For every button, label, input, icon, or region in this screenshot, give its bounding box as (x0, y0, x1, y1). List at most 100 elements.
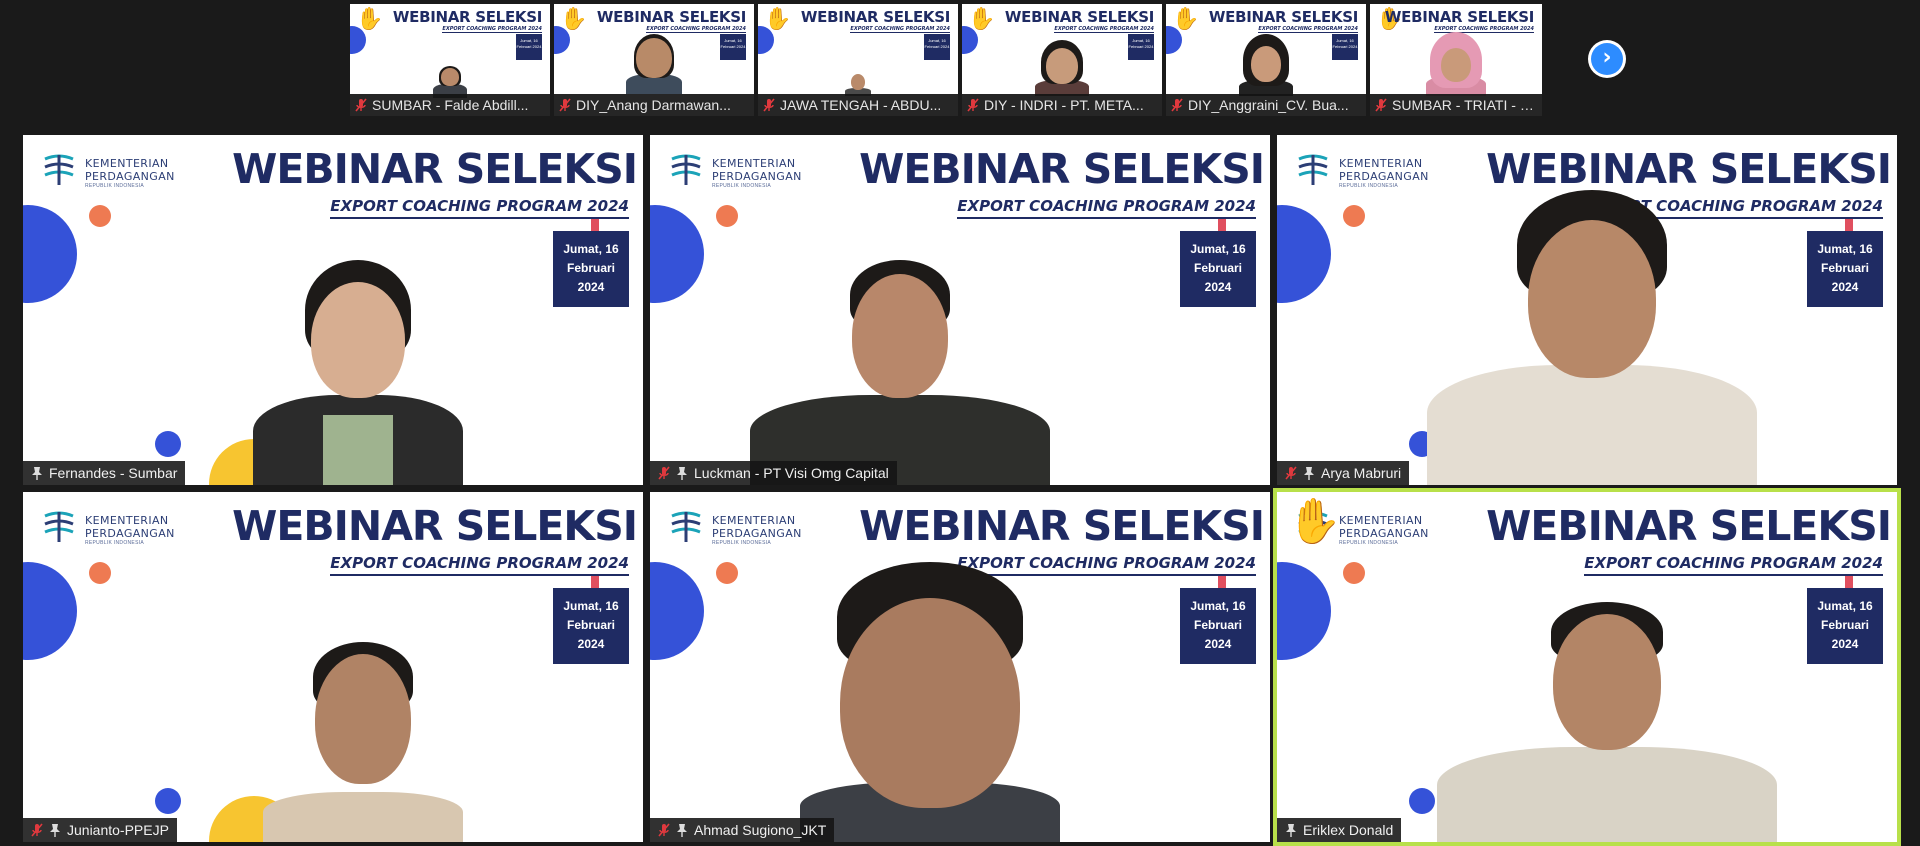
thumbnail-tile[interactable]: ✋ WEBINAR SELEKSI EXPORT COACHING PROGRA… (758, 4, 958, 116)
decor-circle-small (1409, 788, 1435, 814)
participant-video (253, 260, 463, 485)
ministry-emblem-icon (44, 511, 74, 542)
decor-circle-small (155, 788, 181, 814)
mic-muted-icon (559, 98, 571, 112)
participant-name-tag: Junianto-PPEJP (23, 818, 177, 842)
filmstrip-next-button[interactable]: › (1588, 40, 1626, 78)
thumb-name-label: DIY_Anang Darmawan... (554, 94, 754, 116)
participant-video (1239, 34, 1293, 96)
date-line: Februari (1193, 261, 1242, 275)
video-tile-junianto[interactable]: KEMENTERIAN PERDAGANGAN REPUBLIK INDONES… (23, 492, 643, 842)
org-line2: PERDAGANGAN (1339, 170, 1429, 183)
thumbnail-tile[interactable]: ✋ WEBINAR SELEKSI EXPORT COACHING PROGRA… (1370, 4, 1542, 116)
ministry-emblem-icon (671, 511, 701, 542)
thumb-name-text: DIY - INDRI - PT. META... (984, 97, 1144, 113)
video-tile-eriklex[interactable]: KEMENTERIAN PERDAGANGAN REPUBLIK INDONES… (1273, 488, 1901, 846)
date-badge: Jumat, 16 Februari 2024 (1807, 588, 1883, 664)
participant-name-tag: Eriklex Donald (1277, 818, 1402, 842)
pin-icon (1286, 824, 1296, 837)
org-line2: PERDAGANGAN (712, 170, 802, 183)
decor-circle-orange (1343, 205, 1365, 227)
thumb-name-text: SUMBAR - Falde Abdill... (372, 97, 529, 113)
thumb-name-text: DIY_Anggraini_CV. Bua... (1188, 97, 1349, 113)
decor-circle-orange (716, 562, 738, 584)
video-tile-luckman[interactable]: KEMENTERIAN PERDAGANGAN REPUBLIK INDONES… (650, 135, 1270, 485)
org-line1: KEMENTERIAN (85, 157, 169, 170)
decor-circle-blue (650, 205, 704, 303)
participant-name: Eriklex Donald (1303, 822, 1394, 838)
kemendag-logo: KEMENTERIAN PERDAGANGAN REPUBLIK INDONES… (41, 149, 201, 189)
kemendag-logo: KEMENTERIAN PERDAGANGAN REPUBLIK INDONES… (1295, 149, 1455, 189)
raised-hand-icon: ✋ (764, 6, 792, 31)
participant-video (750, 260, 1050, 485)
decor-circle-blue (1277, 562, 1331, 660)
thumbnail-tile[interactable]: ✋ WEBINAR SELEKSI EXPORT COACHING PROGRA… (1166, 4, 1366, 116)
thumbnail-tile[interactable]: ✋ WEBINAR SELEKSI EXPORT COACHING PROGRA… (350, 4, 550, 116)
date-badge: Jumat, 16 Februari 2024 (553, 231, 629, 307)
slide-subtitle: EXPORT COACHING PROGRAM 2024 (957, 197, 1256, 219)
date-line: Februari (1193, 618, 1242, 632)
thumb-slide-title: WEBINAR SELEKSI (1384, 8, 1534, 26)
decor-circle-orange (89, 205, 111, 227)
org-line2: PERDAGANGAN (1339, 527, 1429, 540)
participant-name: Ahmad Sugiono_JKT (694, 822, 827, 838)
org-line2: PERDAGANGAN (85, 170, 175, 183)
thumb-name-label: SUMBAR - TRIATI - RE... (1370, 94, 1542, 116)
slide-title: WEBINAR SELEKSI (859, 145, 1265, 193)
participant-video (1035, 38, 1089, 96)
kemendag-logo: KEMENTERIAN PERDAGANGAN REPUBLIK INDONES… (668, 149, 828, 189)
date-badge: Jumat, 16 Februari 2024 (553, 588, 629, 664)
thumb-date-badge: Jumat, 16 Februari 2024 (1332, 34, 1358, 60)
participant-filmstrip: ✋ WEBINAR SELEKSI EXPORT COACHING PROGRA… (350, 4, 1570, 116)
mic-muted-icon (1375, 98, 1387, 112)
participant-name-tag: Ahmad Sugiono_JKT (650, 818, 835, 842)
slide-subtitle: EXPORT COACHING PROGRAM 2024 (330, 554, 629, 576)
date-line: Jumat, 16 (1817, 599, 1873, 613)
kemendag-logo: KEMENTERIAN PERDAGANGAN REPUBLIK INDONES… (41, 506, 201, 546)
thumbnail-tile[interactable]: ✋ WEBINAR SELEKSI EXPORT COACHING PROGRA… (962, 4, 1162, 116)
thumb-slide-subtitle: EXPORT COACHING PROGRAM 2024 (1258, 26, 1358, 33)
participant-video (1426, 32, 1486, 96)
decor-circle-orange (89, 562, 111, 584)
date-badge: Jumat, 16 Februari 2024 (1807, 231, 1883, 307)
org-line3: REPUBLIK INDONESIA (1339, 183, 1399, 189)
participant-video (845, 72, 871, 96)
org-line1: KEMENTERIAN (85, 514, 169, 527)
video-tile-fernandes[interactable]: KEMENTERIAN PERDAGANGAN REPUBLIK INDONES… (23, 135, 643, 485)
org-line3: REPUBLIK INDONESIA (1339, 540, 1399, 546)
decor-circle-orange (1343, 562, 1365, 584)
raised-hand-icon: ✋ (356, 6, 384, 31)
decor-circle-small (155, 431, 181, 457)
decor-circle-blue (1277, 205, 1331, 303)
slide-title: WEBINAR SELEKSI (1486, 502, 1892, 550)
video-tile-ahmad[interactable]: KEMENTERIAN PERDAGANGAN REPUBLIK INDONES… (650, 492, 1270, 842)
date-line: 2024 (1831, 637, 1859, 651)
video-tile-arya[interactable]: KEMENTERIAN PERDAGANGAN REPUBLIK INDONES… (1277, 135, 1897, 485)
thumb-slide-title: WEBINAR SELEKSI (800, 8, 950, 26)
thumb-date-badge: Jumat, 16 Februari 2024 (516, 34, 542, 60)
decor-circle-blue (23, 205, 77, 303)
slide-subtitle: EXPORT COACHING PROGRAM 2024 (330, 197, 629, 219)
participant-name: Arya Mabruri (1321, 465, 1402, 481)
participant-name-tag: Arya Mabruri (1277, 461, 1410, 485)
mic-muted-icon (355, 98, 367, 112)
slide-title: WEBINAR SELEKSI (232, 145, 638, 193)
date-line: 2024 (1204, 637, 1232, 651)
org-line2: PERDAGANGAN (85, 527, 175, 540)
thumb-name-text: DIY_Anang Darmawan... (576, 97, 731, 113)
date-line: 2024 (1204, 280, 1232, 294)
decor-circle-orange (716, 205, 738, 227)
participant-video (1437, 602, 1777, 842)
pin-icon (50, 824, 60, 837)
mic-muted-icon (967, 98, 979, 112)
org-line1: KEMENTERIAN (1339, 514, 1423, 527)
thumb-date-badge: Jumat, 16 Februari 2024 (1128, 34, 1154, 60)
date-badge: Jumat, 16 Februari 2024 (1180, 588, 1256, 664)
date-line: 2024 (1831, 280, 1859, 294)
pin-icon (677, 467, 687, 480)
org-line3: REPUBLIK INDONESIA (85, 183, 145, 189)
thumb-name-label: SUMBAR - Falde Abdill... (350, 94, 550, 116)
thumbnail-tile[interactable]: ✋ WEBINAR SELEKSI EXPORT COACHING PROGRA… (554, 4, 754, 116)
date-line: 2024 (577, 637, 605, 651)
org-line3: REPUBLIK INDONESIA (712, 540, 772, 546)
